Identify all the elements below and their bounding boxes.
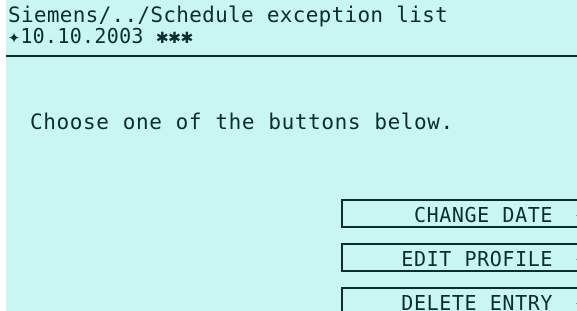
delete-entry-label: DELETE ENTRY — [401, 291, 553, 311]
edit-profile-label: EDIT PROFILE — [401, 247, 553, 271]
header-divider — [6, 55, 577, 57]
date-line: ✦10.10.2003 ✱✱✱ — [8, 24, 194, 48]
lcd-screen: Siemens/../Schedule exception list ✦10.1… — [6, 0, 577, 311]
change-date-label: CHANGE DATE — [413, 203, 553, 227]
instruction-text: Choose one of the buttons below. — [30, 110, 454, 134]
delete-entry-button[interactable]: DELETE ENTRY ◀ — [341, 287, 577, 311]
header: Siemens/../Schedule exception list ✦10.1… — [6, 0, 577, 57]
change-date-button[interactable]: CHANGE DATE ◀ — [341, 199, 577, 228]
page-title: Siemens/../Schedule exception list — [8, 3, 449, 27]
edit-profile-button[interactable]: EDIT PROFILE ◀ — [341, 243, 577, 272]
